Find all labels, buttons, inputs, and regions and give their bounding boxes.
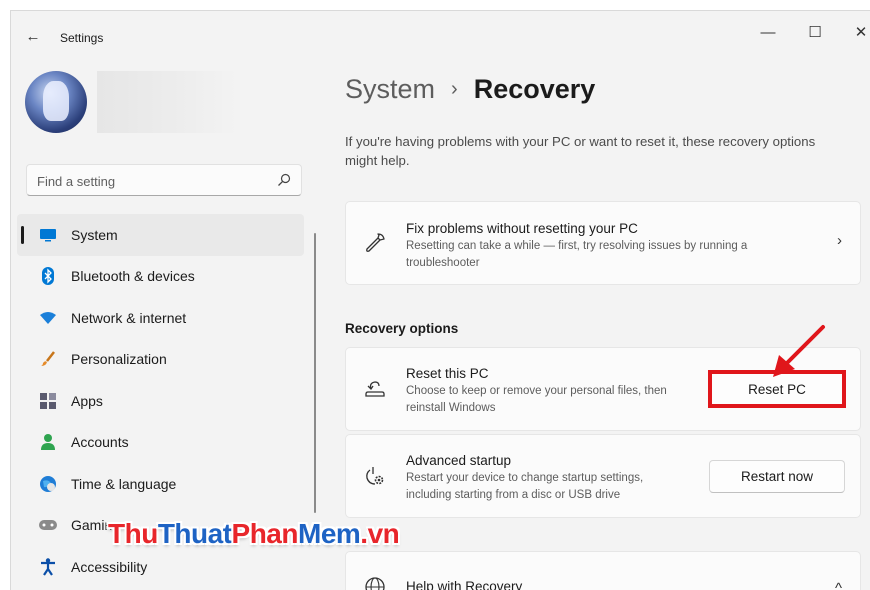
fix-problems-card[interactable]: Fix problems without resetting your PC R… [345, 201, 861, 285]
sidebar-item-label: System [71, 226, 118, 243]
close-icon: ✕ [854, 24, 868, 41]
sidebar-scrollbar[interactable] [314, 233, 316, 513]
watermark-part: Thu [108, 518, 158, 549]
search-input[interactable] [37, 171, 267, 191]
minimize-icon: — [760, 24, 776, 41]
section-heading: Recovery options [345, 321, 459, 336]
sidebar-item-label: Time & language [71, 475, 177, 492]
help-recovery-title: Help with Recovery [406, 579, 523, 590]
brush-icon [39, 350, 57, 368]
app-title: Settings [60, 31, 104, 45]
sidebar-item-accounts[interactable]: Accounts [17, 422, 304, 464]
reset-pc-desc: Choose to keep or remove your personal f… [406, 385, 667, 414]
close-button[interactable]: ✕ [841, 19, 870, 47]
breadcrumb-separator: › [451, 78, 458, 100]
settings-window: ← Settings — ☐ ✕ System [10, 10, 870, 590]
maximize-icon: ☐ [808, 24, 822, 41]
sidebar-item-label: Personalization [71, 351, 167, 368]
advanced-startup-desc: Restart your device to change startup se… [406, 472, 644, 501]
sidebar-item-time-language[interactable]: Time & language [17, 463, 304, 505]
globe-icon [365, 577, 385, 590]
apps-icon [39, 392, 57, 410]
gamepad-icon [39, 516, 57, 534]
watermark-part: Phan [231, 518, 299, 549]
profile-name-blurred [97, 71, 237, 133]
fix-problems-desc: Resetting can take a while — first, try … [406, 240, 748, 269]
bluetooth-icon [39, 267, 57, 286]
breadcrumb-parent[interactable]: System [345, 74, 435, 105]
fix-problems-title: Fix problems without resetting your PC [406, 221, 638, 236]
help-recovery-card[interactable]: Help with Recovery ^ [345, 551, 861, 590]
chevron-right-icon: › [837, 232, 842, 249]
reset-pc-button[interactable]: Reset PC [709, 371, 845, 407]
sidebar-item-label: Accounts [71, 434, 129, 451]
sidebar-item-personalization[interactable]: Personalization [17, 339, 304, 381]
advanced-startup-title: Advanced startup [406, 453, 512, 468]
watermark-part: .vn [360, 518, 400, 549]
sidebar-item-apps[interactable]: Apps [17, 380, 304, 422]
reset-pc-title: Reset this PC [406, 366, 489, 381]
selection-indicator [21, 226, 24, 244]
search-box[interactable] [26, 164, 302, 196]
sidebar-item-accessibility[interactable]: Accessibility [17, 546, 304, 588]
sidebar-item-system[interactable]: System [17, 214, 304, 256]
search-icon[interactable] [277, 173, 291, 187]
sidebar-item-label: Accessibility [71, 558, 148, 575]
reset-pc-icon [365, 381, 385, 397]
intro-text: If you're having problems with your PC o… [345, 134, 816, 168]
breadcrumb: System › Recovery [345, 74, 595, 105]
title-bar: ← Settings — ☐ ✕ [11, 11, 870, 59]
watermark-part: Thuat [157, 518, 232, 549]
watermark-part: Mem [298, 518, 361, 549]
sidebar-item-label: Apps [71, 392, 103, 409]
back-button[interactable]: ← [21, 27, 45, 47]
wrench-icon [366, 233, 385, 252]
sidebar-item-label: Bluetooth & devices [71, 268, 195, 285]
sidebar-item-bluetooth[interactable]: Bluetooth & devices [17, 256, 304, 298]
monitor-icon [39, 226, 57, 244]
restart-now-button[interactable]: Restart now [709, 460, 845, 493]
person-icon [39, 433, 57, 451]
wifi-icon [39, 309, 57, 327]
advanced-startup-icon [366, 467, 384, 485]
page-title: Recovery [473, 74, 596, 104]
watermark: ThuThuatPhanMem.vn [108, 518, 400, 550]
globe-clock-icon [39, 475, 57, 493]
avatar[interactable] [25, 71, 87, 133]
maximize-button[interactable]: ☐ [795, 19, 835, 47]
sidebar-item-network[interactable]: Network & internet [17, 297, 304, 339]
chevron-up-icon: ^ [834, 580, 842, 590]
minimize-button[interactable]: — [748, 19, 788, 47]
sidebar-item-label: Network & internet [71, 309, 187, 326]
back-arrow-icon: ← [25, 28, 41, 45]
accessibility-icon [39, 558, 57, 576]
